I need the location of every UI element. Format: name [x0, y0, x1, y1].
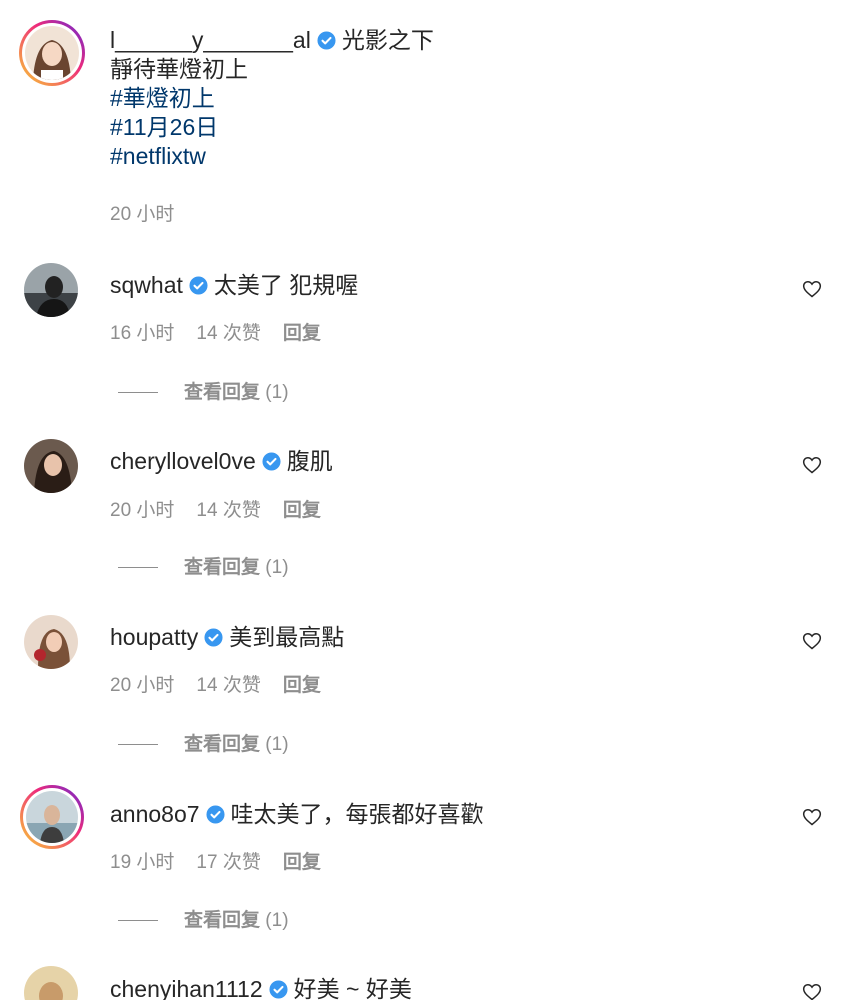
- comment-timestamp[interactable]: 20 小时: [110, 500, 174, 521]
- comment-meta: 20 小时 14 次赞 回复: [110, 670, 343, 697]
- comment-meta: 20 小时 14 次赞 回复: [110, 495, 343, 522]
- verified-badge-icon: [262, 452, 281, 471]
- comment-text: 腹肌: [286, 448, 333, 474]
- comment-line: chenyihan1112 好美 ~ 好美: [110, 970, 412, 1000]
- caption-text-line-2: 靜待華燈初上: [110, 56, 248, 82]
- view-replies-label: 查看回复: [184, 734, 261, 755]
- view-replies-button[interactable]: 查看回复 (1): [118, 552, 289, 579]
- verified-badge-icon: [269, 980, 288, 999]
- reply-button[interactable]: 回复: [283, 500, 321, 521]
- verified-badge-icon: [317, 31, 336, 50]
- comment-username[interactable]: cheryllovel0ve: [110, 448, 256, 474]
- verified-badge-icon: [189, 276, 208, 295]
- view-replies-button[interactable]: 查看回复 (1): [118, 905, 289, 932]
- comment-likes[interactable]: 14 次赞: [196, 675, 260, 696]
- verified-badge-icon: [206, 805, 225, 824]
- comment-line: sqwhat 太美了 犯規喔: [110, 266, 358, 300]
- divider-dash: [118, 392, 158, 394]
- comment-timestamp[interactable]: 19 小时: [110, 852, 174, 873]
- post-author-avatar[interactable]: [19, 20, 85, 86]
- comment-avatar[interactable]: [24, 966, 78, 1000]
- comment-avatar[interactable]: [24, 439, 78, 493]
- comment-username[interactable]: sqwhat: [110, 272, 183, 298]
- post-author-username[interactable]: l______y_______al: [110, 27, 311, 53]
- heart-icon[interactable]: [802, 631, 822, 651]
- view-replies-button[interactable]: 查看回复 (1): [118, 729, 289, 756]
- comment-line: cheryllovel0ve 腹肌: [110, 442, 333, 476]
- comment-username[interactable]: houpatty: [110, 624, 198, 650]
- view-replies-label: 查看回复: [184, 382, 261, 403]
- reply-count: (1): [265, 910, 289, 931]
- heart-icon[interactable]: [802, 982, 822, 1000]
- comment-avatar[interactable]: [20, 785, 84, 849]
- reply-count: (1): [265, 557, 289, 578]
- heart-icon[interactable]: [802, 807, 822, 827]
- hashtag-link[interactable]: #11月26日: [110, 113, 750, 142]
- post-caption: l______y_______al 光影之下 靜待華燈初上 #華燈初上 #11月2…: [110, 26, 750, 171]
- reply-button[interactable]: 回复: [283, 852, 321, 873]
- comment-likes[interactable]: 17 次赞: [196, 852, 260, 873]
- comment-username[interactable]: chenyihan1112: [110, 976, 263, 1000]
- divider-dash: [118, 920, 158, 922]
- reply-count: (1): [265, 382, 289, 403]
- divider-dash: [118, 744, 158, 746]
- comment-timestamp[interactable]: 16 小时: [110, 323, 174, 344]
- comment-text: 太美了 犯規喔: [213, 272, 359, 298]
- comment-line: houpatty 美到最高點: [110, 618, 344, 652]
- verified-badge-icon: [204, 628, 223, 647]
- comment-text: 哇太美了，每張都好喜歡: [230, 801, 484, 827]
- hashtag-link[interactable]: #netflixtw: [110, 142, 750, 171]
- reply-button[interactable]: 回复: [283, 675, 321, 696]
- view-replies-label: 查看回复: [184, 910, 261, 931]
- post-timestamp[interactable]: 20 小时: [110, 199, 174, 226]
- caption-text: 光影之下: [341, 27, 434, 53]
- heart-icon[interactable]: [802, 455, 822, 475]
- hashtag-link[interactable]: #華燈初上: [110, 84, 750, 113]
- heart-icon[interactable]: [802, 279, 822, 299]
- reply-count: (1): [265, 734, 289, 755]
- view-replies-button[interactable]: 查看回复 (1): [118, 377, 289, 404]
- comment-likes[interactable]: 14 次赞: [196, 500, 260, 521]
- reply-button[interactable]: 回复: [283, 323, 321, 344]
- comment-text: 好美 ~ 好美: [293, 976, 412, 1000]
- comment-meta: 19 小时 17 次赞 回复: [110, 847, 343, 874]
- comment-likes[interactable]: 14 次赞: [196, 323, 260, 344]
- divider-dash: [118, 567, 158, 569]
- comment-avatar[interactable]: [24, 263, 78, 317]
- comment-username[interactable]: anno8o7: [110, 801, 200, 827]
- comment-text: 美到最高點: [229, 624, 345, 650]
- comment-avatar[interactable]: [24, 615, 78, 669]
- view-replies-label: 查看回复: [184, 557, 261, 578]
- comment-line: anno8o7 哇太美了，每張都好喜歡: [110, 795, 484, 829]
- comment-timestamp[interactable]: 20 小时: [110, 675, 174, 696]
- comment-meta: 16 小时 14 次赞 回复: [110, 318, 343, 345]
